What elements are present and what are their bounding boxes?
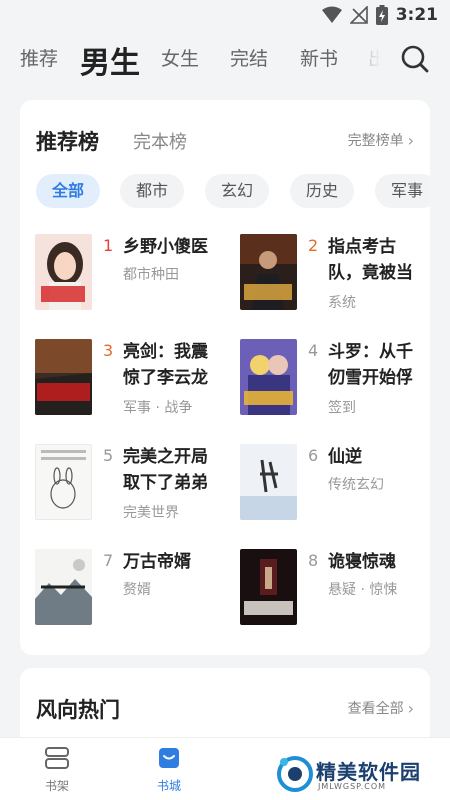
trending-title: 风向热门	[36, 698, 120, 722]
book-item[interactable]: 5 完美之开局取下了弟弟 完美世界	[35, 444, 225, 534]
book-item[interactable]: 6 仙逆 传统玄幻	[240, 444, 430, 534]
bottom-tab-label: 书城	[156, 779, 181, 793]
book-item[interactable]: 7 万古帝婿 赘婿	[35, 549, 225, 639]
cover-calligraphy-icon	[240, 444, 297, 520]
book-tag: 传统玄幻	[328, 477, 384, 493]
book-tag: 赘婿	[123, 582, 151, 598]
chip-history[interactable]: 历史	[290, 174, 354, 208]
bottom-tab-bookshelf[interactable]: 书架	[27, 746, 87, 794]
tab-female[interactable]: 女生	[161, 44, 199, 71]
bookshelf-icon	[45, 747, 69, 769]
book-rank: 5	[103, 446, 114, 465]
book-rank: 4	[308, 341, 319, 360]
watermark-swirl-icon	[277, 756, 313, 792]
bottom-tab-bookstore[interactable]: 书城	[139, 746, 199, 794]
book-title: 仙逆	[328, 447, 362, 467]
view-all-link[interactable]: 查看全部 ›	[348, 698, 414, 718]
watermark-logo: 精美软件园 JMLWGSP.COM	[276, 752, 446, 796]
book-rank: 7	[103, 551, 114, 570]
cover-girl-portrait-icon	[35, 234, 92, 310]
genre-chips: 全部 都市 玄幻 历史 军事	[36, 174, 430, 210]
chip-fantasy[interactable]: 玄幻	[205, 174, 269, 208]
book-title: 诡寝惊魂	[328, 552, 396, 572]
book-tag: 签到	[328, 400, 356, 416]
book-rank: 6	[308, 446, 319, 465]
book-title: 万古帝婿	[123, 552, 191, 572]
book-tag: 完美世界	[123, 505, 179, 521]
chip-urban[interactable]: 都市	[120, 174, 184, 208]
book-rank: 3	[103, 341, 114, 360]
tab-male[interactable]: 男生	[80, 38, 140, 82]
bottom-tab-label: 书架	[44, 779, 69, 793]
battery-charging-icon	[375, 5, 388, 25]
watermark-text: 精美软件园	[316, 760, 421, 784]
bookstore-icon	[159, 748, 179, 768]
no-signal-icon	[349, 6, 368, 24]
book-title: 亮剑：我震惊了李云龙	[123, 342, 208, 388]
book-item[interactable]: 4 斗罗：从千仞雪开始俘 签到	[240, 339, 430, 429]
finished-ranking-tab[interactable]: 完本榜	[133, 128, 187, 154]
book-tag: 军事 · 战争	[123, 400, 193, 416]
book-rank: 8	[308, 551, 319, 570]
tab-fade-overlay	[360, 40, 390, 80]
tab-new-books[interactable]: 新书	[300, 44, 338, 71]
book-item[interactable]: 8 诡寝惊魂 悬疑 · 惊悚	[240, 549, 430, 639]
book-title: 斗罗：从千仞雪开始俘	[328, 342, 413, 388]
chip-military[interactable]: 军事	[375, 174, 430, 208]
ranking-title[interactable]: 推荐榜	[36, 126, 99, 156]
book-item[interactable]: 2 指点考古队，竟被当 系统	[240, 234, 430, 324]
book-item[interactable]: 3 亮剑：我震惊了李云龙 军事 · 战争	[35, 339, 225, 429]
book-tag: 系统	[328, 295, 356, 311]
chevron-right-icon: ›	[407, 698, 414, 718]
book-title: 乡野小傻医	[123, 237, 208, 257]
status-bar: 3:21	[0, 0, 450, 32]
book-title: 指点考古队，竟被当	[328, 237, 413, 283]
status-time: 3:21	[395, 5, 438, 25]
book-title: 完美之开局取下了弟弟	[123, 447, 208, 493]
book-tag: 悬疑 · 惊悚	[328, 582, 398, 598]
book-rank: 2	[308, 236, 319, 255]
chevron-right-icon: ›	[407, 130, 414, 150]
top-category-tabs: 推荐 男生 女生 完结 新书 出	[0, 32, 450, 86]
ranking-card: 推荐榜 完本榜 完整榜单 › 全部 都市 玄幻 历史 军事 1 乡野小傻医 都市…	[20, 100, 430, 655]
view-all-label: 查看全部	[347, 701, 404, 717]
full-ranking-link[interactable]: 完整榜单 ›	[348, 130, 414, 150]
book-rank: 1	[103, 236, 114, 255]
cover-ink-landscape-icon	[35, 549, 92, 625]
tab-recommend[interactable]: 推荐	[20, 44, 58, 71]
chip-all[interactable]: 全部	[36, 174, 100, 208]
watermark-url: JMLWGSP.COM	[318, 782, 387, 791]
book-item[interactable]: 1 乡野小傻医 都市种田	[35, 234, 225, 324]
search-icon[interactable]	[400, 44, 430, 74]
book-tag: 都市种田	[123, 267, 179, 283]
cover-anime-characters-icon	[240, 339, 297, 415]
cover-battlefield-icon	[35, 339, 92, 415]
tab-finished[interactable]: 完结	[230, 44, 268, 71]
cover-armored-warrior-icon	[240, 234, 297, 310]
wifi-icon	[321, 6, 342, 23]
cover-cartoon-rabbit-icon	[35, 444, 92, 520]
full-ranking-label: 完整榜单	[347, 133, 404, 149]
cover-horror-corridor-icon	[240, 549, 297, 625]
